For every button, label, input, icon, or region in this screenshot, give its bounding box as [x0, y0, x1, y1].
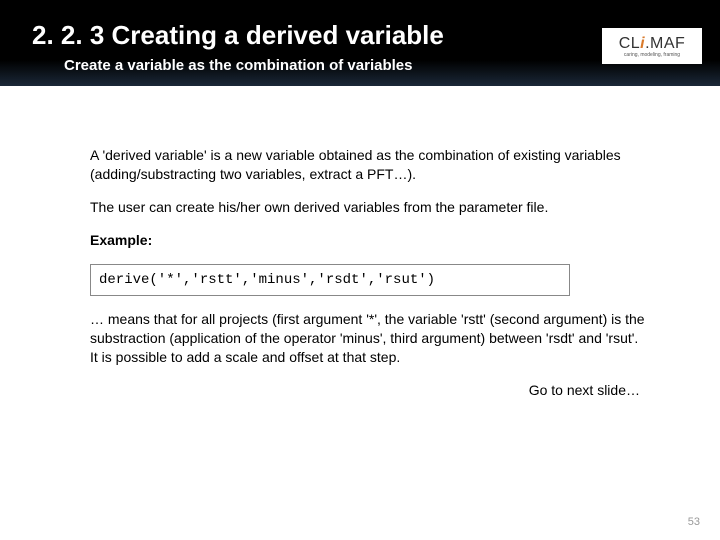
paragraph-explain: … means that for all projects (first arg…	[90, 310, 650, 367]
slide-body: A 'derived variable' is a new variable o…	[0, 86, 720, 400]
page-number: 53	[688, 516, 700, 528]
next-slide-hint: Go to next slide…	[90, 381, 650, 400]
paragraph-usage: The user can create his/her own derived …	[90, 198, 650, 217]
code-example: derive('*','rstt','minus','rsdt','rsut')	[90, 264, 570, 297]
slide-header: 2. 2. 3 Creating a derived variable Crea…	[0, 0, 720, 86]
paragraph-intro: A 'derived variable' is a new variable o…	[90, 146, 650, 184]
logo-text: CLi.MAF	[619, 35, 686, 53]
climaf-logo: CLi.MAF caring, modeling, framing	[602, 28, 702, 64]
example-label: Example:	[90, 231, 650, 250]
logo-tagline: caring, modeling, framing	[624, 53, 680, 58]
